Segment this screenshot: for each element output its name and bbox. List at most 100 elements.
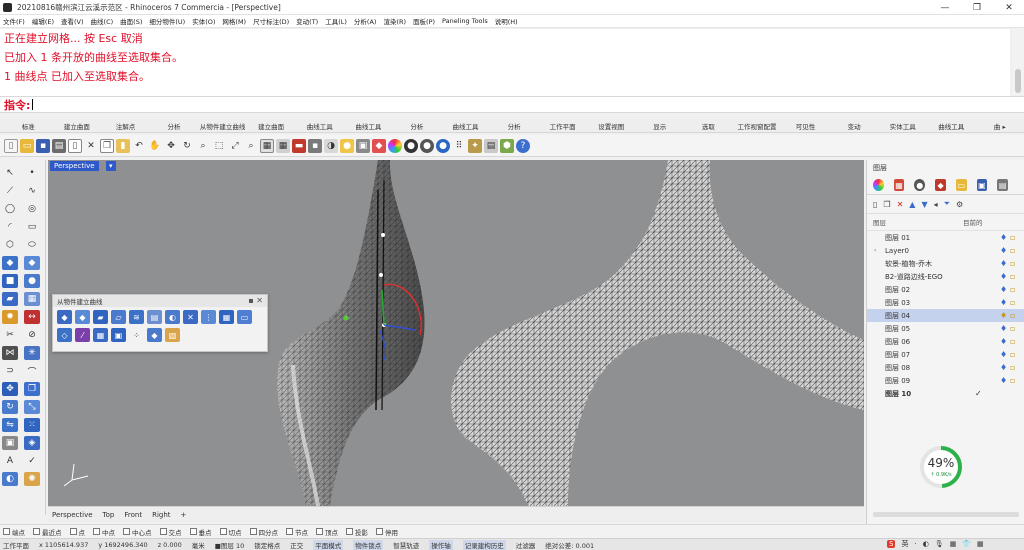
document-properties-icon[interactable]: ▯	[68, 138, 82, 153]
hide-objects-icon[interactable]: ◑	[324, 138, 338, 153]
tab-viewport-layout[interactable]: 工作视窗配置	[733, 121, 782, 131]
point-icon[interactable]: •	[24, 166, 40, 180]
rotate-view-icon[interactable]: ↻	[180, 139, 194, 153]
text-icon[interactable]: A	[2, 454, 18, 468]
blend-curve-icon[interactable]: ⁄	[75, 328, 90, 342]
tab-surface-create-2[interactable]: 建立曲面	[247, 121, 296, 131]
material-sphere-icon[interactable]: ●	[420, 138, 434, 153]
fillet-icon[interactable]: ⌒	[24, 364, 40, 378]
move-to-parent-icon[interactable]: ◂	[934, 200, 938, 209]
section-icon[interactable]: ▤	[147, 310, 162, 324]
tab-standard[interactable]: 标准	[4, 121, 53, 131]
palette-header[interactable]: 从物件建立曲线 ▪ ✕	[53, 295, 267, 307]
duplicate-edge-icon[interactable]: ▰	[93, 310, 108, 324]
column-current[interactable]: 目前的	[963, 217, 983, 227]
tab-curve-tools-2[interactable]: 曲线工具	[344, 121, 393, 131]
bulb-icon[interactable]: ♦	[1000, 272, 1007, 281]
keyboard-icon[interactable]: ▦	[950, 540, 957, 548]
layer-row[interactable]: B2-道路边线-EGO ♦ ▫	[867, 270, 1024, 283]
expand-arrow-icon[interactable]: ›	[874, 247, 876, 254]
open-folder-icon[interactable]: ▭	[20, 138, 34, 153]
osnap-point[interactable]: 点	[69, 527, 85, 537]
color-wheel-icon[interactable]	[388, 138, 402, 153]
layer-row[interactable]: › Layer0 ♦ ▫	[867, 244, 1024, 257]
checkbox[interactable]	[376, 528, 383, 535]
split-icon[interactable]: ⊘	[24, 328, 40, 342]
layer-row-current[interactable]: 图层 10 ✓	[867, 387, 1024, 400]
microphone-icon[interactable]: 🎙	[935, 540, 944, 548]
osnap-end[interactable]: 端点	[3, 527, 25, 537]
copy-icon[interactable]: ❐	[100, 138, 114, 153]
skin-icon[interactable]: 👕	[962, 540, 971, 548]
status-current-layer[interactable]: ■图层 10	[215, 540, 244, 550]
bulb-icon[interactable]: ♦	[1000, 259, 1007, 268]
tab-select[interactable]: 选取	[684, 121, 733, 131]
menu-help[interactable]: 说明(H)	[495, 16, 518, 26]
add-viewport-button[interactable]: +	[181, 511, 187, 519]
ellipse-icon[interactable]: ⬭	[24, 238, 40, 252]
lock-icon[interactable]: ▫	[1010, 376, 1015, 385]
outline-box-icon[interactable]: ▧	[165, 328, 180, 342]
filter-icon[interactable]: ⏷	[944, 199, 950, 209]
command-line[interactable]: 指令:	[0, 96, 1024, 113]
pan-hand-icon[interactable]: ✋	[148, 139, 162, 153]
layer-row[interactable]: 图层 06 ♦ ▫	[867, 335, 1024, 348]
object-properties-icon[interactable]: ◆	[372, 138, 386, 153]
materials-tab-icon[interactable]: ◆	[935, 179, 946, 191]
tab-analyze-2[interactable]: 分析	[393, 121, 442, 131]
status-smarttrack[interactable]: 智慧轨迹	[393, 540, 419, 550]
mesh-icon[interactable]: ▦	[24, 292, 40, 306]
lock-icon[interactable]: ▫	[1010, 324, 1015, 333]
menu-panels[interactable]: 面板(P)	[413, 16, 435, 26]
checkbox[interactable]	[159, 528, 167, 535]
intersect-icon[interactable]: ✕	[183, 310, 198, 324]
plugin-icon[interactable]: ⬢	[500, 138, 514, 153]
tab-surface-create[interactable]: 建立曲面	[53, 121, 102, 131]
ime-logo-icon[interactable]: S	[887, 540, 896, 548]
tab-solid-tools[interactable]: 实体工具	[878, 121, 927, 131]
osnap-disable[interactable]: 停用	[376, 527, 398, 537]
menu-render[interactable]: 渲染(R)	[383, 16, 406, 26]
status-units[interactable]: 毫米	[192, 540, 205, 550]
bulb-icon[interactable]: ♦	[1000, 246, 1007, 255]
checkbox[interactable]	[346, 528, 353, 535]
mesh-outline-icon[interactable]: ▦	[93, 328, 108, 342]
lock-icon[interactable]: ▫	[1010, 350, 1015, 359]
tab-curve-tools-3[interactable]: 曲线工具	[441, 121, 490, 131]
maximize-button[interactable]: ❐	[962, 0, 992, 15]
osnap-center[interactable]: 中心点	[123, 527, 152, 537]
circle-2-icon[interactable]: ◎	[24, 202, 40, 216]
mirror-icon[interactable]: ⇋	[2, 418, 18, 432]
tab-cplanes[interactable]: 工作平面	[538, 121, 587, 131]
checkbox[interactable]	[249, 528, 257, 535]
new-layer-icon[interactable]: ▯	[873, 200, 877, 209]
status-ortho[interactable]: 正交	[290, 540, 303, 550]
grid-icon[interactable]: ▦	[276, 138, 290, 153]
minimize-button[interactable]: —	[930, 0, 960, 15]
more-tab-icon[interactable]: ▤	[997, 179, 1009, 191]
tab-transform[interactable]: 变动	[830, 121, 879, 131]
menu-transform[interactable]: 变动(T)	[296, 16, 318, 26]
sphere-icon[interactable]: ●	[24, 274, 40, 288]
menu-dimension[interactable]: 尺寸标注(D)	[253, 16, 289, 26]
command-history-scrollbar[interactable]	[1012, 29, 1024, 97]
move-up-icon[interactable]: ▲	[909, 200, 915, 209]
bulb-icon[interactable]: ♦	[1000, 376, 1007, 385]
zoom-selected-icon[interactable]: ⌕	[244, 139, 258, 153]
checkbox[interactable]	[123, 528, 130, 535]
dimension-icon[interactable]: ↔	[24, 310, 40, 324]
new-file-icon[interactable]: ▯	[4, 138, 18, 153]
column-layer[interactable]: 图层	[873, 217, 963, 227]
group-icon[interactable]: ▣	[2, 436, 18, 450]
tab-curve-tools[interactable]: 曲线工具	[295, 121, 344, 131]
status-gumball[interactable]: 操作轴	[429, 539, 453, 550]
lock-icon[interactable]: ▫	[1010, 337, 1015, 346]
lock-icon[interactable]: ▫	[1010, 285, 1015, 294]
light-icon[interactable]: ✹	[2, 310, 18, 324]
menu-mesh[interactable]: 网格(M)	[222, 16, 246, 26]
viewport-tab-right[interactable]: Right	[152, 511, 170, 519]
osnap-perpendicular[interactable]: 垂点	[189, 527, 212, 537]
layer-row[interactable]: 图层 01 ♦ ▫	[867, 231, 1024, 244]
bulb-icon[interactable]: ♦	[1000, 337, 1007, 346]
status-osnap[interactable]: 物件锁点	[353, 539, 384, 550]
